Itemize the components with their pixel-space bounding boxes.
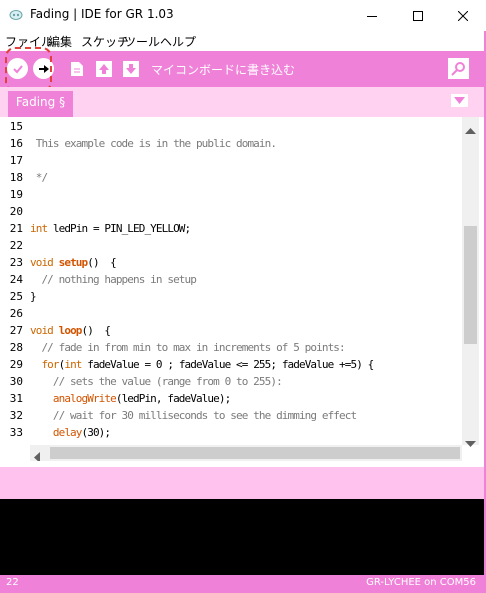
code-line: void setup() { bbox=[30, 256, 117, 269]
maximize-icon bbox=[413, 10, 423, 21]
tab-menu-button[interactable] bbox=[451, 94, 468, 107]
line-number: 16 bbox=[9, 137, 23, 150]
line-number: 33 bbox=[9, 426, 23, 439]
tab-fading[interactable]: Fading § bbox=[8, 91, 73, 117]
new-button[interactable] bbox=[67, 58, 87, 79]
menu-help[interactable]: ヘルプ bbox=[160, 33, 196, 50]
code-editor[interactable]: This example code is in the public domai… bbox=[30, 117, 462, 445]
menu-sketch[interactable]: スケッチ bbox=[81, 33, 129, 50]
code-line: } bbox=[30, 290, 37, 303]
horizontal-scroll-thumb[interactable] bbox=[50, 447, 460, 459]
code-line: // nothing happens in setup bbox=[30, 273, 196, 286]
close-icon bbox=[458, 10, 468, 21]
menu-bar bbox=[0, 31, 486, 51]
serial-monitor-icon bbox=[451, 62, 465, 76]
app-icon bbox=[9, 10, 23, 20]
toolbar-status-text: マイコンボードに書き込む bbox=[151, 63, 296, 77]
status-line-number: 22 bbox=[6, 577, 19, 588]
line-number: 19 bbox=[9, 188, 23, 201]
code-line: void loop() { bbox=[30, 324, 111, 337]
line-number: 22 bbox=[9, 239, 23, 252]
upload-highlight-annotation bbox=[5, 47, 52, 92]
line-number: 26 bbox=[9, 307, 23, 320]
console-output[interactable] bbox=[0, 499, 486, 575]
line-number: 18 bbox=[9, 171, 23, 184]
new-icon bbox=[71, 61, 83, 76]
scroll-down-arrow-icon[interactable] bbox=[465, 433, 476, 452]
line-number: 23 bbox=[9, 256, 23, 269]
code-line: // wait for 30 milliseconds to see the d… bbox=[30, 409, 357, 422]
line-number: 21 bbox=[9, 222, 23, 235]
code-line: delay(30); bbox=[52, 426, 111, 439]
serial-monitor-button[interactable] bbox=[448, 58, 469, 79]
line-number: 15 bbox=[9, 120, 23, 133]
code-line: for(int fadeValue = 0 ; fadeValue <= 255… bbox=[41, 358, 374, 371]
line-number: 31 bbox=[9, 392, 23, 405]
code-line: // fade in from min to max in increments… bbox=[30, 341, 345, 354]
line-number: 20 bbox=[9, 205, 23, 218]
open-icon bbox=[96, 60, 112, 77]
menu-tools[interactable]: ツール bbox=[124, 33, 160, 50]
minimize-icon bbox=[367, 15, 377, 17]
line-number: 27 bbox=[9, 324, 23, 337]
code-line: analogWrite(ledPin, fadeValue); bbox=[52, 392, 231, 405]
open-button[interactable] bbox=[94, 58, 114, 79]
line-number: 24 bbox=[9, 273, 23, 286]
line-number: 28 bbox=[9, 341, 23, 354]
chevron-down-icon bbox=[454, 97, 465, 104]
maximize-button[interactable] bbox=[395, 0, 441, 31]
status-board-port: GR-LYCHEE on COM56 bbox=[366, 577, 476, 588]
menu-edit[interactable]: 編集 bbox=[48, 33, 72, 50]
line-number: 29 bbox=[9, 358, 23, 371]
save-button[interactable] bbox=[121, 58, 141, 79]
code-line: */ bbox=[30, 171, 48, 184]
vertical-scroll-thumb[interactable] bbox=[464, 226, 477, 344]
code-line: This example code is in the public domai… bbox=[30, 137, 277, 150]
scroll-up-arrow-icon[interactable] bbox=[465, 120, 476, 139]
close-button[interactable] bbox=[440, 0, 486, 31]
minimize-button[interactable] bbox=[349, 0, 395, 31]
line-number: 25 bbox=[9, 290, 23, 303]
line-number: 30 bbox=[9, 375, 23, 388]
code-line: // sets the value (range from 0 to 255): bbox=[30, 375, 283, 388]
save-icon bbox=[123, 60, 139, 77]
code-line: int ledPin = PIN_LED_YELLOW; bbox=[30, 222, 191, 235]
message-area bbox=[0, 467, 486, 499]
window-title: Fading | IDE for GR 1.03 bbox=[30, 7, 174, 21]
line-number-gutter: 15 16 17 18 19 20 21 22 23 24 25 26 27 2… bbox=[0, 117, 30, 445]
line-number: 17 bbox=[9, 154, 23, 167]
line-number: 32 bbox=[9, 409, 23, 422]
